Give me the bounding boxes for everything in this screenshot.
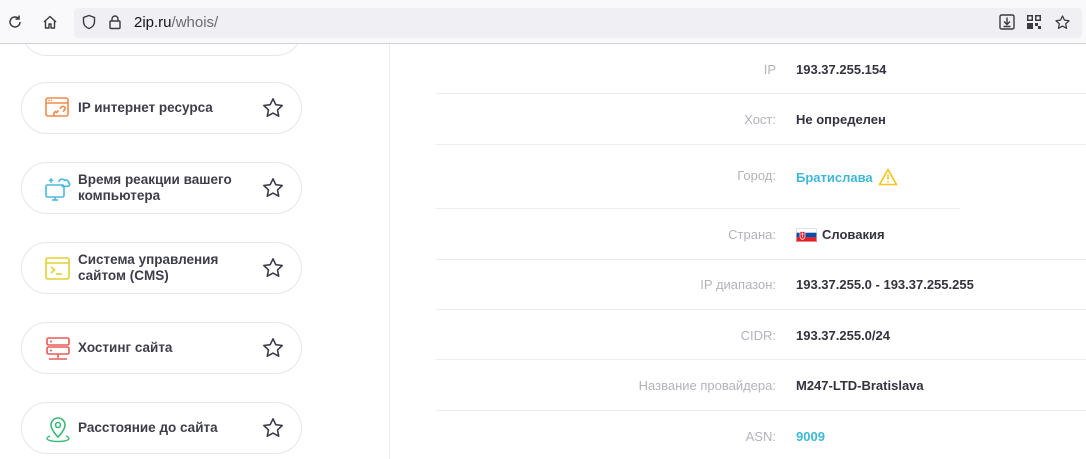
whois-value: Не определен [796, 112, 886, 127]
url-text[interactable]: 2ip.ru/whois/ [134, 14, 218, 31]
divider [436, 410, 1086, 411]
terminal-window-icon [45, 257, 70, 280]
browser-toolbar: 2ip.ru/whois/ [0, 0, 1086, 44]
sidebar-item-label: Хостинг сайта [78, 340, 173, 355]
divider [436, 208, 960, 209]
save-page-button[interactable] [994, 9, 1020, 35]
whois-value: 193.37.255.0 - 193.37.255.255 [796, 277, 974, 292]
warning-icon[interactable] [878, 168, 898, 186]
whois-key: Страна: [728, 227, 776, 242]
sidebar-item-label: Расстояние до сайта [78, 420, 218, 435]
sidebar-item-label: Время реакции вашего компьютера [78, 172, 232, 203]
sidebar-item-hosting[interactable]: Хостинг сайта [21, 322, 302, 374]
favorite-star-icon[interactable] [261, 256, 285, 280]
sidebar-item-label: IP интернет ресурса [78, 100, 213, 115]
whois-value: 9009 [796, 429, 825, 444]
whois-value: Словакия [796, 227, 885, 242]
whois-value: M247-LTD-Bratislava [796, 378, 924, 393]
divider [436, 259, 1086, 260]
ip-range: 193.37.255.0 - 193.37.255.255 [796, 277, 974, 292]
sidebar-item-label: Система управления сайтом (CMS) [78, 252, 219, 283]
divider [436, 309, 1086, 310]
whois-key: ASN: [745, 429, 776, 444]
favorite-star-icon[interactable] [261, 176, 285, 200]
provider-name: M247-LTD-Bratislava [796, 378, 924, 393]
qr-code-button[interactable] [1021, 9, 1047, 35]
sidebar-item-response-time[interactable]: Время реакции вашего компьютера [21, 162, 302, 214]
home-icon [43, 15, 57, 29]
site-info-button[interactable] [102, 9, 128, 35]
address-bar[interactable] [74, 8, 1082, 38]
services-sidebar: IP интернет ресурса Время реакции вашего… [0, 44, 390, 459]
web-link-icon [45, 97, 69, 117]
slovakia-flag-icon [796, 227, 817, 242]
whois-key: Город: [737, 168, 776, 183]
whois-value: Братислава [796, 168, 898, 186]
tracking-protection-button[interactable] [76, 9, 102, 35]
sidebar-item-distance[interactable]: Расстояние до сайта [21, 402, 302, 454]
url-path: /whois/ [171, 14, 219, 31]
whois-key: CIDR: [740, 328, 776, 343]
reload-icon [9, 15, 21, 28]
whois-key: IP диапазон: [700, 277, 776, 292]
whois-key: Название провайдера: [638, 378, 776, 393]
whois-value: 193.37.255.154 [796, 62, 886, 77]
map-pin-icon [46, 417, 70, 443]
url-domain: 2ip.ru [134, 14, 172, 31]
sidebar-item-cms[interactable]: Система управления сайтом (CMS) [21, 242, 302, 294]
server-icon [46, 337, 70, 360]
whois-key: IP [763, 62, 776, 77]
city-link[interactable]: Братислава [796, 170, 873, 185]
home-button[interactable] [37, 9, 63, 35]
favorite-star-icon[interactable] [261, 416, 285, 440]
country-name: Словакия [822, 227, 885, 242]
qr-code-icon [1027, 15, 1041, 29]
favorite-star-icon[interactable] [261, 336, 285, 360]
reload-button[interactable] [2, 9, 28, 35]
asn-link[interactable]: 9009 [796, 429, 825, 444]
divider [436, 93, 1086, 94]
sidebar-card-partial[interactable] [21, 44, 302, 56]
favorite-star-icon[interactable] [261, 96, 285, 120]
whois-key: Хост: [744, 112, 776, 127]
lock-icon [109, 15, 121, 30]
host-value: Не определен [796, 112, 886, 127]
shield-icon [82, 14, 96, 30]
sidebar-item-ip-resource[interactable]: IP интернет ресурса [21, 82, 302, 134]
download-icon [999, 14, 1015, 30]
ip-address: 193.37.255.154 [796, 62, 887, 77]
bookmark-page-button[interactable] [1049, 9, 1075, 35]
computer-cloud-icon [45, 178, 71, 201]
divider [436, 359, 1086, 360]
divider [436, 144, 1086, 145]
cidr-value: 193.37.255.0/24 [796, 328, 890, 343]
whois-value: 193.37.255.0/24 [796, 328, 890, 343]
star-icon [1054, 14, 1070, 29]
